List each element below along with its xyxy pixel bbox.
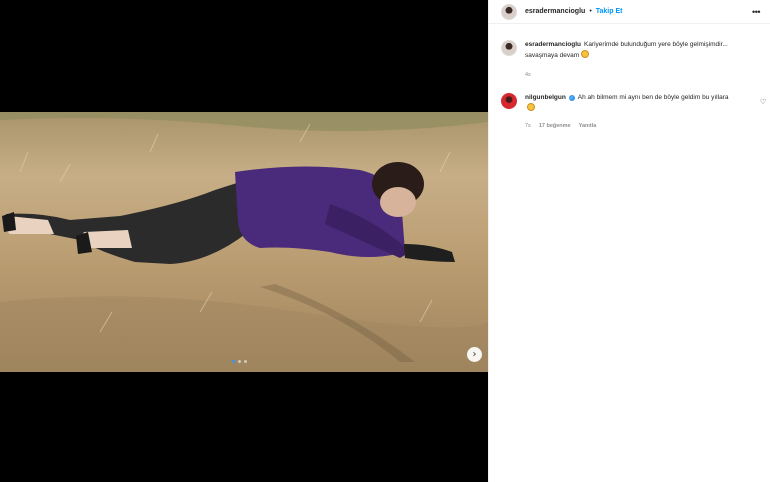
carousel-dot xyxy=(232,360,235,363)
avatar[interactable] xyxy=(501,93,517,109)
comment-likes[interactable]: 17 beğenme xyxy=(539,123,571,129)
caption-meta: 4s xyxy=(525,72,531,78)
comment-body: nilgunbelgun ✓ Ah ah bilmem mi aynı ben de… xyxy=(525,93,735,114)
post-author-username[interactable]: esradermancioglu xyxy=(525,8,585,15)
carousel-dots xyxy=(232,360,247,363)
verified-badge-icon: ✓ xyxy=(568,95,575,101)
comment-time[interactable]: 7s xyxy=(525,123,531,129)
chevron-right-icon: › xyxy=(472,348,477,360)
smile-emoji-icon xyxy=(581,50,590,58)
reply-button[interactable]: Yanıtla xyxy=(579,123,597,129)
comment-username[interactable]: nilgunbelgun xyxy=(525,94,566,101)
comment-text: Ah ah bilmem mi aynı ben de böyle geldim… xyxy=(577,94,729,101)
post-photo[interactable]: › xyxy=(0,112,488,372)
caption-username[interactable]: esradermancioglu xyxy=(525,41,581,48)
caption: esradermancioglu Kariyerimde bulunduğum y… xyxy=(501,40,763,61)
more-options-icon[interactable]: ••• xyxy=(752,7,760,17)
follow-button[interactable]: Takip Et xyxy=(596,8,623,15)
post-media-pane: › xyxy=(0,0,488,482)
carousel-dot xyxy=(244,360,247,363)
post-header: esradermancioglu • Takip Et ••• xyxy=(489,0,770,24)
caption-time[interactable]: 4s xyxy=(525,72,531,78)
smile-emoji-icon xyxy=(527,103,535,111)
separator-dot: • xyxy=(589,8,592,15)
post-sidebar: esradermancioglu • Takip Et ••• esraderm… xyxy=(488,0,770,482)
heart-icon[interactable]: ♡ xyxy=(760,98,766,106)
caption-body: esradermancioglu Kariyerimde bulunduğum y… xyxy=(525,40,735,61)
avatar[interactable] xyxy=(501,3,517,20)
carousel-dot xyxy=(238,360,241,363)
comment-meta: 7s 17 beğenme Yanıtla xyxy=(525,123,596,129)
field-photo-art xyxy=(0,112,488,372)
next-photo-button[interactable]: › xyxy=(467,347,482,362)
avatar[interactable] xyxy=(501,40,517,56)
comment-item: nilgunbelgun ✓ Ah ah bilmem mi aynı ben de… xyxy=(501,93,763,114)
